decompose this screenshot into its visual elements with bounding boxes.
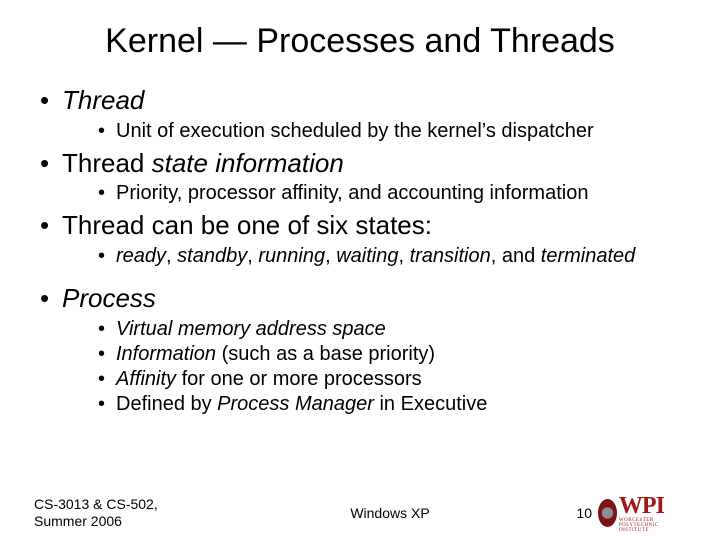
bullet-six-sub: ready, standby, running, waiting, transi… <box>98 244 686 269</box>
footer: CS-3013 & CS-502, Summer 2006 Windows XP… <box>34 496 686 530</box>
bullet-six-states: Thread can be one of six states: ready, … <box>40 210 686 269</box>
footer-term: Summer 2006 <box>34 513 234 530</box>
bullet-thread-sub: Unit of execution scheduled by the kerne… <box>98 119 686 144</box>
bullet-thread-sublist: Unit of execution scheduled by the kerne… <box>62 119 686 144</box>
bullet-thread: Thread Unit of execution scheduled by th… <box>40 85 686 144</box>
wpi-wordmark: WPI WORCESTER POLYTECHNIC INSTITUTE <box>619 494 686 533</box>
bullet-state-sub: Priority, processor affinity, and accoun… <box>98 181 686 206</box>
footer-right: 10 WPI WORCESTER POLYTECHNIC INSTITUTE <box>546 496 686 530</box>
bullet-six-sublist: ready, standby, running, waiting, transi… <box>62 244 686 269</box>
bullet-thread-head: Thread <box>62 85 144 115</box>
bullet-state-info: Thread state information Priority, proce… <box>40 148 686 207</box>
slide-title: Kernel — Processes and Threads <box>34 22 686 61</box>
process-sub-defined: Defined by Process Manager in Executive <box>98 392 686 417</box>
page-number: 10 <box>576 505 592 521</box>
bullet-state-head-it: state information <box>152 148 344 178</box>
bullet-state-head-a: Thread <box>62 148 152 178</box>
process-sub-vm: Virtual memory address space <box>98 317 686 342</box>
slide: Kernel — Processes and Threads Thread Un… <box>0 0 720 540</box>
footer-topic: Windows XP <box>234 505 546 521</box>
bullet-process-head: Process <box>62 283 156 313</box>
footer-left: CS-3013 & CS-502, Summer 2006 <box>34 496 234 530</box>
bullet-process-sublist: Virtual memory address space Information… <box>62 317 686 417</box>
bullet-process: Process Virtual memory address space Inf… <box>40 283 686 417</box>
bullet-six-head: Thread can be one of six states: <box>62 210 432 240</box>
process-sub-info: Information (such as a base priority) <box>98 342 686 367</box>
wpi-logo: WPI WORCESTER POLYTECHNIC INSTITUTE <box>598 496 686 530</box>
footer-course: CS-3013 & CS-502, <box>34 496 234 513</box>
bullet-state-sublist: Priority, processor affinity, and accoun… <box>62 181 686 206</box>
bullet-list: Thread Unit of execution scheduled by th… <box>34 85 686 417</box>
wpi-seal-icon <box>598 499 617 527</box>
process-sub-affinity: Affinity for one or more processors <box>98 367 686 392</box>
